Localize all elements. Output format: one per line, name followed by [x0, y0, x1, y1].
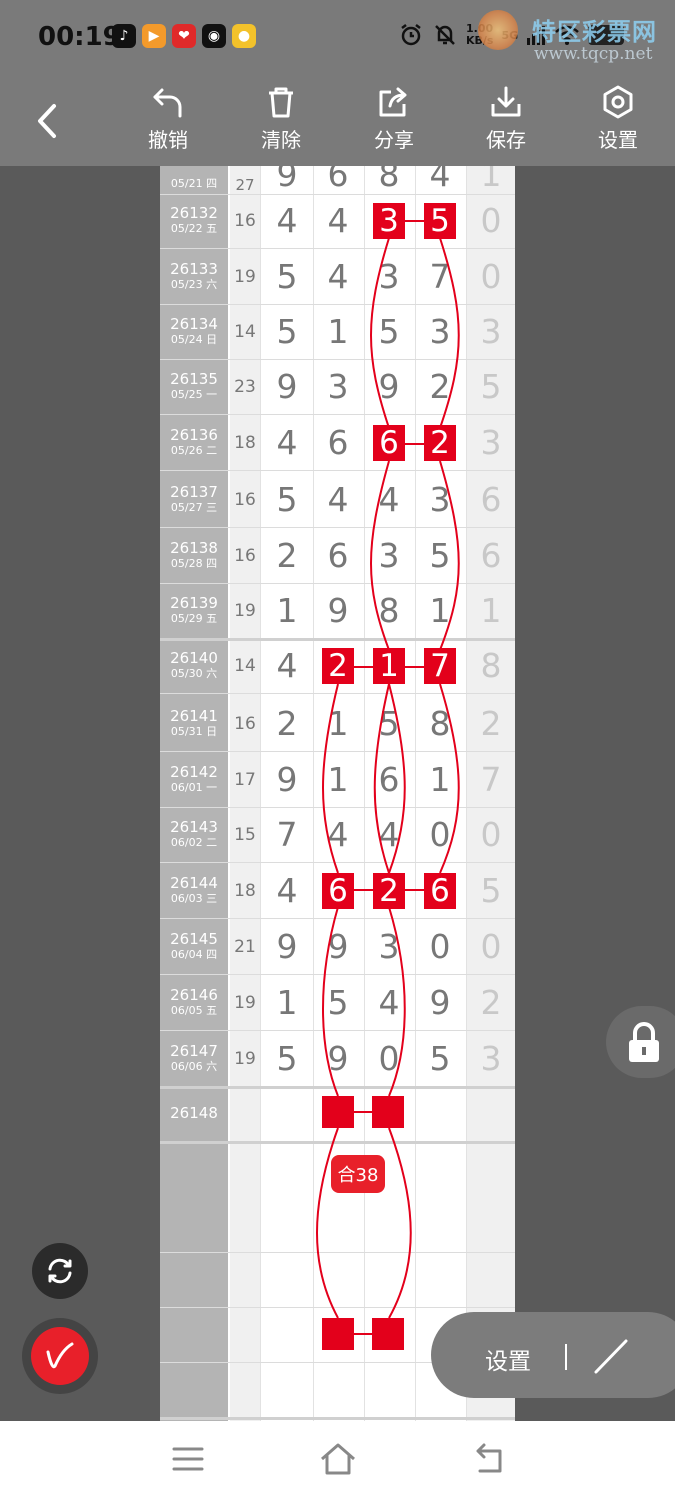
trash-icon	[269, 87, 293, 118]
toolbar: 撤销 清除 分享 保存 设置	[0, 78, 675, 166]
prediction-mark-box	[372, 1096, 404, 1128]
connector-line	[370, 237, 390, 429]
watermark: 特区彩票网 www.tqcp.net	[478, 10, 668, 68]
share-button[interactable]: 分享	[354, 84, 434, 164]
drawn-lines	[316, 220, 460, 1335]
back-nav-button[interactable]	[466, 1439, 510, 1479]
save-button[interactable]: 保存	[466, 84, 546, 164]
connector-line	[373, 683, 390, 874]
watermark-logo	[478, 10, 518, 50]
sum-annotation-badge: 合38	[331, 1155, 385, 1193]
watermark-url: www.tqcp.net	[534, 44, 653, 64]
connector-line	[388, 1127, 412, 1319]
home-icon	[321, 1443, 355, 1475]
lottery-app-icon: ◉	[202, 24, 226, 48]
settings-label: 设置	[598, 128, 638, 152]
save-label: 保存	[486, 128, 526, 152]
back-icon	[476, 1443, 502, 1473]
gear-icon	[603, 85, 633, 119]
download-icon	[491, 86, 521, 117]
connector-line	[370, 460, 390, 651]
divider	[565, 1344, 567, 1370]
home-nav-button[interactable]	[316, 1439, 360, 1479]
share-label: 分享	[374, 128, 414, 152]
mute-icon	[435, 25, 455, 45]
chevron-left-icon	[38, 104, 56, 138]
alarm-icon	[401, 24, 421, 46]
connector-line	[388, 683, 406, 874]
lock-icon	[629, 1022, 659, 1062]
coin-app-icon: ●	[232, 24, 256, 48]
undo-icon	[153, 88, 182, 118]
connector-line	[388, 906, 406, 1097]
refresh-button[interactable]	[32, 1243, 88, 1299]
share-icon	[379, 87, 407, 117]
lock-button[interactable]	[606, 1006, 675, 1078]
float-settings-button[interactable]: 设置	[485, 1342, 531, 1376]
undo-button[interactable]: 撤销	[128, 84, 208, 164]
watermark-title: 特区彩票网	[532, 18, 657, 46]
shopping-app-icon: ❤	[172, 24, 196, 48]
connector-line	[322, 683, 339, 874]
connector-line	[439, 460, 460, 651]
prediction-mark-box	[322, 1096, 354, 1128]
status-time: 00:19	[38, 22, 121, 52]
sync-icon	[48, 1258, 72, 1284]
clear-label: 清除	[261, 128, 301, 152]
connector-line	[439, 237, 460, 429]
pen-tool-inner	[31, 1327, 89, 1385]
line-tool-icon[interactable]	[591, 1336, 631, 1376]
pen-stroke-icon	[46, 1342, 74, 1369]
system-nav-bar	[0, 1421, 675, 1500]
settings-float-bar: 设置	[431, 1312, 675, 1398]
tiktok-icon: ♪	[112, 24, 136, 48]
connector-line	[322, 906, 339, 1097]
menu-nav-button[interactable]	[166, 1439, 210, 1479]
pen-tool-button[interactable]	[22, 1318, 98, 1394]
clear-button[interactable]: 清除	[241, 84, 321, 164]
trend-chart-grid[interactable]: 05/21 四 27 9 6 8 4 1 26132 05/22 五 16 4 4 3 5 0 26133 05…	[160, 166, 515, 1421]
menu-icon	[172, 1447, 204, 1471]
settings-button[interactable]: 设置	[578, 84, 658, 164]
status-bar: 00:19 ♪ ▶ ❤ ◉ ● 1.00 KB/s 5G 特区彩票网 www.t…	[0, 0, 675, 78]
notification-icons: ♪ ▶ ❤ ◉ ●	[112, 24, 256, 48]
undo-label: 撤销	[148, 128, 188, 152]
back-button[interactable]	[28, 96, 68, 146]
connector-line	[439, 683, 460, 874]
prediction-mark-box	[372, 1318, 404, 1350]
video-app-icon: ▶	[142, 24, 166, 48]
prediction-mark-box	[322, 1318, 354, 1350]
